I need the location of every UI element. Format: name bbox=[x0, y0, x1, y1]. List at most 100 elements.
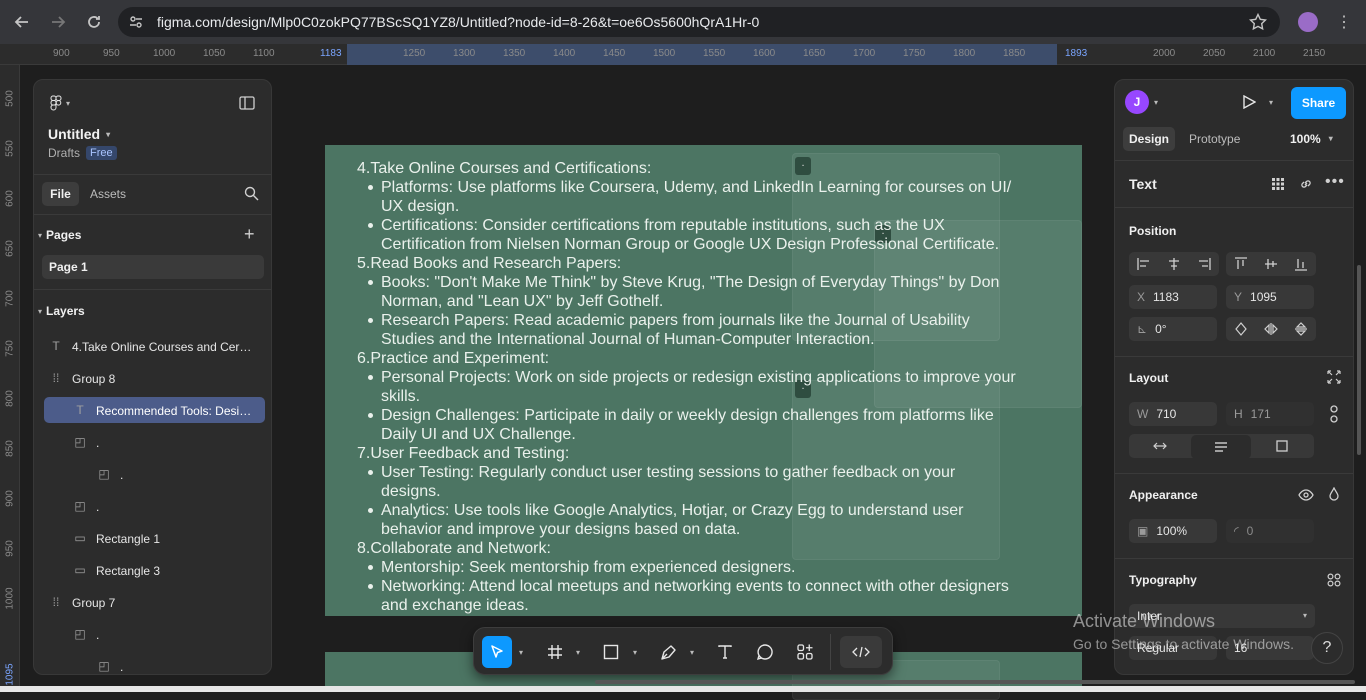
chevron-down-icon[interactable]: ▾ bbox=[687, 636, 697, 668]
text-tool-button[interactable] bbox=[710, 636, 740, 668]
bullet-dot bbox=[368, 223, 373, 228]
link-icon[interactable] bbox=[1299, 177, 1313, 191]
rotation-field[interactable]: ⊾ 0° bbox=[1129, 317, 1217, 341]
add-page-icon[interactable]: + bbox=[244, 224, 255, 245]
actions-tool-button[interactable] bbox=[790, 636, 820, 668]
tab-design[interactable]: Design bbox=[1123, 127, 1176, 151]
file-name: Untitled bbox=[48, 126, 101, 142]
divider bbox=[34, 289, 271, 290]
flip-vertical-icon[interactable] bbox=[1286, 317, 1316, 341]
flip-horizontal-icon[interactable] bbox=[1256, 317, 1286, 341]
align-center-h-icon[interactable] bbox=[1159, 252, 1189, 276]
forward-icon[interactable] bbox=[45, 9, 71, 35]
bullet-dot bbox=[368, 508, 373, 513]
frame-icon: ◰ bbox=[74, 435, 86, 449]
auto-layout-icon[interactable] bbox=[1327, 370, 1341, 384]
ruler-tick-label: 1500 bbox=[653, 48, 676, 59]
more-options-icon[interactable]: ••• bbox=[1325, 173, 1345, 191]
constrain-proportions-icon[interactable] bbox=[1329, 405, 1339, 423]
design-frame[interactable]: . . . 4.Take Online Courses and Certific… bbox=[325, 145, 1082, 616]
ruler-tick-label: 1000 bbox=[4, 587, 16, 610]
component-grid-icon[interactable] bbox=[1271, 177, 1285, 191]
browser-menu-icon[interactable]: ⋮ bbox=[1336, 12, 1352, 32]
bookmark-star-icon[interactable] bbox=[1249, 13, 1267, 31]
height-field[interactable]: H 171 bbox=[1226, 402, 1314, 426]
ruler-tick-label: 850 bbox=[4, 440, 16, 457]
auto-height-icon[interactable] bbox=[1191, 435, 1251, 459]
plan-badge[interactable]: Free bbox=[86, 146, 117, 160]
tab-file[interactable]: File bbox=[42, 182, 79, 206]
bullet-dot bbox=[368, 584, 373, 589]
list-text-line: Studies and the International Journal of… bbox=[381, 331, 875, 348]
bullet-dot bbox=[368, 280, 373, 285]
pages-section-toggle[interactable]: ▾ Pages bbox=[38, 228, 81, 242]
chevron-down-icon[interactable]: ▾ bbox=[573, 636, 583, 668]
align-top-icon[interactable] bbox=[1226, 252, 1256, 276]
layer-label: . bbox=[120, 468, 124, 482]
reload-icon[interactable] bbox=[81, 9, 107, 35]
opacity-field[interactable]: ▣ 100% bbox=[1129, 519, 1217, 543]
comment-bubble-icon bbox=[756, 644, 773, 661]
list-text-line: Research Papers: Read academic papers fr… bbox=[381, 312, 970, 329]
tab-prototype[interactable]: Prototype bbox=[1189, 127, 1240, 151]
align-bottom-icon[interactable] bbox=[1286, 252, 1316, 276]
fixed-size-icon[interactable] bbox=[1251, 434, 1313, 458]
site-settings-icon[interactable] bbox=[128, 14, 144, 30]
rotate-90-icon[interactable] bbox=[1226, 317, 1256, 341]
layers-title: Layers bbox=[46, 304, 85, 318]
visibility-eye-icon[interactable] bbox=[1298, 489, 1314, 501]
transform-group bbox=[1226, 317, 1316, 341]
ruler-tick-label: 2000 bbox=[1153, 48, 1176, 59]
back-icon[interactable] bbox=[9, 9, 35, 35]
chevron-down-icon[interactable]: ▾ bbox=[516, 636, 526, 668]
share-button[interactable]: Share bbox=[1291, 87, 1346, 119]
comment-tool-button[interactable] bbox=[750, 636, 780, 668]
chevron-down-icon[interactable]: ▾ bbox=[1154, 98, 1158, 107]
ruler-tick-label: 1350 bbox=[503, 48, 526, 59]
zoom-menu[interactable]: 100% ▾ bbox=[1290, 127, 1333, 151]
ruler-tick-label: 800 bbox=[4, 390, 16, 407]
list-text-line: Mentorship: Seek mentorship from experie… bbox=[381, 559, 796, 576]
frame-icon: ◰ bbox=[98, 467, 110, 481]
help-button[interactable]: ? bbox=[1311, 632, 1343, 664]
horizontal-scrollbar[interactable] bbox=[595, 680, 1355, 684]
align-right-icon[interactable] bbox=[1189, 252, 1219, 276]
profile-avatar[interactable] bbox=[1298, 12, 1318, 32]
text-styles-icon[interactable] bbox=[1327, 573, 1341, 587]
layers-section-toggle[interactable]: ▾ Layers bbox=[38, 304, 85, 318]
shape-tool-button[interactable] bbox=[596, 636, 626, 668]
ruler-tick-label: 1600 bbox=[753, 48, 776, 59]
dev-mode-toggle[interactable] bbox=[840, 636, 882, 668]
search-icon[interactable] bbox=[244, 186, 259, 201]
ruler-tick-label: 600 bbox=[4, 190, 16, 207]
sidebar-toggle-icon[interactable] bbox=[239, 96, 255, 110]
user-avatar[interactable]: J bbox=[1125, 90, 1149, 114]
move-tool-button[interactable] bbox=[482, 636, 512, 668]
tab-assets[interactable]: Assets bbox=[90, 182, 126, 206]
width-field[interactable]: W 710 bbox=[1129, 402, 1217, 426]
chevron-down-icon[interactable]: ▾ bbox=[1269, 98, 1273, 107]
ruler-tick-label: 1893 bbox=[1065, 48, 1088, 59]
chevron-down-icon[interactable]: ▾ bbox=[630, 636, 640, 668]
align-middle-icon[interactable] bbox=[1256, 252, 1286, 276]
align-left-icon[interactable] bbox=[1129, 252, 1159, 276]
page-item[interactable]: Page 1 bbox=[42, 255, 264, 279]
list-text-line: Personal Projects: Work on side projects… bbox=[381, 369, 1016, 386]
y-position-field[interactable]: Y 1095 bbox=[1226, 285, 1314, 309]
x-position-field[interactable]: X 1183 bbox=[1129, 285, 1217, 309]
frame-tool-button[interactable] bbox=[540, 636, 570, 668]
hug-width-icon[interactable] bbox=[1129, 434, 1191, 458]
list-text-line: skills. bbox=[381, 388, 421, 405]
layer-label: Group 7 bbox=[72, 596, 116, 610]
pen-tool-button[interactable] bbox=[654, 636, 684, 668]
present-play-icon[interactable] bbox=[1242, 95, 1256, 109]
blend-mode-icon[interactable] bbox=[1329, 487, 1339, 501]
corner-radius-field[interactable]: ◜ 0 bbox=[1226, 519, 1314, 543]
group-chip[interactable]: . bbox=[795, 157, 811, 175]
location-label[interactable]: Drafts bbox=[48, 146, 80, 160]
vertical-scrollbar[interactable] bbox=[1357, 265, 1361, 455]
file-name-button[interactable]: Untitled ▾ bbox=[48, 126, 110, 142]
list-text-line: Daily UI and UX Challenge. bbox=[381, 426, 576, 443]
figma-menu-button[interactable]: ▾ bbox=[50, 95, 70, 111]
url-text[interactable]: figma.com/design/Mlp0C0zokPQ77BScSQ1YZ8/… bbox=[157, 14, 759, 30]
